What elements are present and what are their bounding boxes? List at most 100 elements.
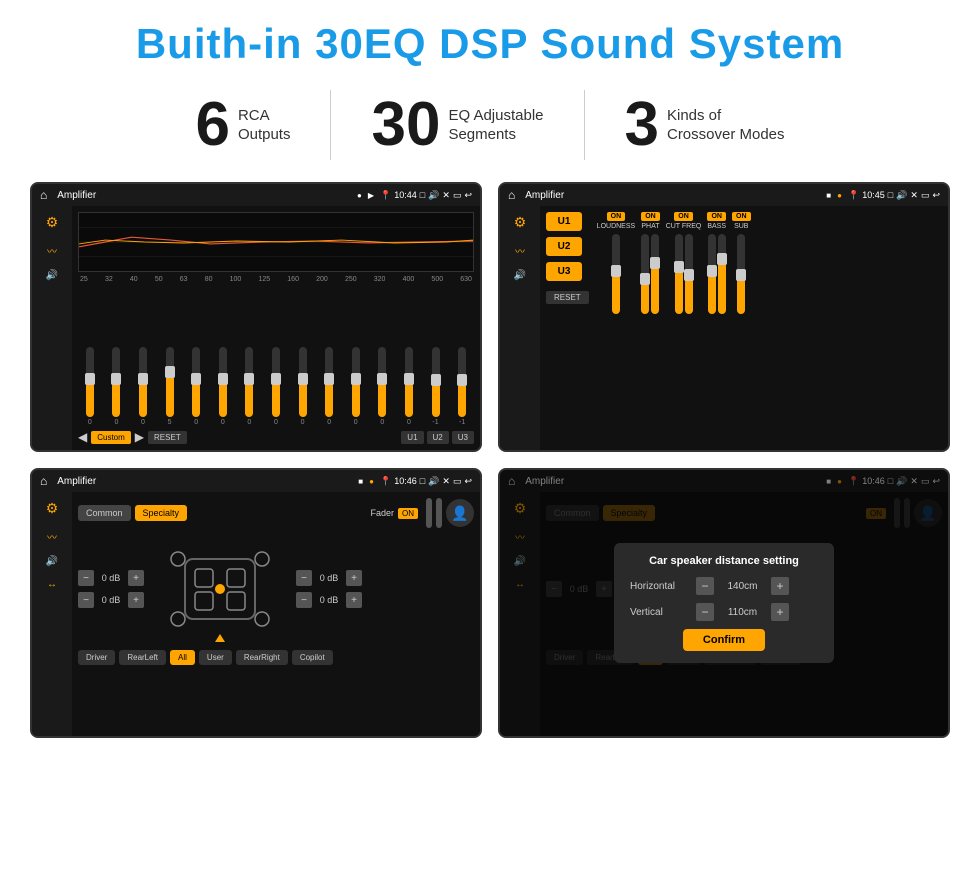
stat-crossover-text2: Crossover Modes bbox=[667, 125, 785, 145]
cv-col-loudness: ON LOUDNESS bbox=[597, 212, 636, 444]
cv-phat-g-slider[interactable] bbox=[641, 234, 649, 314]
eq-slider-5[interactable]: 0 bbox=[184, 347, 208, 426]
eq-slider-12[interactable]: 0 bbox=[371, 347, 395, 426]
eq-sidebar-wave[interactable]: 〰 bbox=[47, 243, 57, 258]
cv-sidebar-wave[interactable]: 〰 bbox=[515, 243, 525, 258]
eq-slider-11[interactable]: 0 bbox=[344, 347, 368, 426]
eq-dot1: ● bbox=[357, 191, 362, 200]
fader-bottom-row: Driver RearLeft All User RearRight Copil… bbox=[78, 650, 474, 665]
eq-u1-btn[interactable]: U1 bbox=[401, 431, 423, 444]
fader-common-tab[interactable]: Common bbox=[78, 505, 131, 521]
cv-back-icon[interactable]: ↩ bbox=[932, 190, 940, 201]
eq-screen: ⌂ Amplifier ● ▶ 📍 10:44 □ 🔊 ✕ ▭ ↩ ⚙ 〰 bbox=[30, 182, 482, 452]
eq-slider-4[interactable]: 5 bbox=[158, 347, 182, 426]
cv-bass-g-slider[interactable] bbox=[718, 234, 726, 314]
eq-slider-10[interactable]: 0 bbox=[317, 347, 341, 426]
stat-rca-text2: Outputs bbox=[238, 125, 291, 145]
cv-phat-f-slider[interactable] bbox=[651, 234, 659, 314]
eq-u2-btn[interactable]: U2 bbox=[427, 431, 449, 444]
cv-u3-btn[interactable]: U3 bbox=[546, 262, 582, 281]
fader-all-btn[interactable]: All bbox=[170, 650, 195, 665]
fader-status-icons: 📍 10:46 □ 🔊 ✕ ▭ ↩ bbox=[380, 476, 472, 487]
cv-loudness-on[interactable]: ON bbox=[607, 212, 626, 221]
fader-cam-icon: □ bbox=[420, 476, 425, 486]
eq-slider-14[interactable]: -1 bbox=[424, 347, 448, 426]
fader-db4-plus[interactable]: + bbox=[346, 592, 362, 608]
eq-slider-7[interactable]: 0 bbox=[238, 347, 262, 426]
fader-sidebar-tune[interactable]: ⚙ bbox=[46, 500, 59, 517]
eq-status-icons: 📍 10:44 □ 🔊 ✕ ▭ ↩ bbox=[380, 190, 472, 201]
cv-phat-on[interactable]: ON bbox=[641, 212, 660, 221]
dialog-vertical-minus[interactable]: − bbox=[696, 603, 714, 621]
cv-bass-on[interactable]: ON bbox=[707, 212, 726, 221]
fader-db3-minus[interactable]: − bbox=[296, 570, 312, 586]
cv-u2-btn[interactable]: U2 bbox=[546, 237, 582, 256]
fader-sidebar-arrows[interactable]: ↔ bbox=[47, 579, 57, 590]
eq-slider-15[interactable]: -1 bbox=[450, 347, 474, 426]
eq-u3-btn[interactable]: U3 bbox=[452, 431, 474, 444]
fader-screen: ⌂ Amplifier ■ ● 📍 10:46 □ 🔊 ✕ ▭ ↩ ⚙ 〰 bbox=[30, 468, 482, 738]
cv-bass-f-slider[interactable] bbox=[708, 234, 716, 314]
fader-db2-value: 0 dB bbox=[97, 595, 125, 605]
cv-sidebar-vol[interactable]: 🔊 bbox=[514, 270, 526, 281]
fader-rearright-btn[interactable]: RearRight bbox=[236, 650, 288, 665]
confirm-button[interactable]: Confirm bbox=[683, 629, 765, 651]
fader-specialty-tab[interactable]: Specialty bbox=[135, 505, 188, 521]
fader-sidebar-wave[interactable]: 〰 bbox=[47, 529, 57, 544]
fader-back-icon[interactable]: ↩ bbox=[464, 476, 472, 487]
eq-slider-8[interactable]: 0 bbox=[264, 347, 288, 426]
cv-sub-on[interactable]: ON bbox=[732, 212, 751, 221]
fader-slider-1[interactable] bbox=[426, 498, 432, 528]
fader-home-icon[interactable]: ⌂ bbox=[40, 474, 47, 488]
eq-sidebar-vol[interactable]: 🔊 bbox=[46, 270, 58, 281]
fader-db4-minus[interactable]: − bbox=[296, 592, 312, 608]
fader-on-badge[interactable]: ON bbox=[398, 508, 418, 519]
cv-loudness-slider[interactable] bbox=[612, 234, 620, 314]
eq-slider-3[interactable]: 0 bbox=[131, 347, 155, 426]
cv-sub-g-slider[interactable] bbox=[737, 234, 745, 314]
cv-u1-btn[interactable]: U1 bbox=[546, 212, 582, 231]
eq-prev-btn[interactable]: ◀ bbox=[78, 430, 87, 444]
eq-slider-6[interactable]: 0 bbox=[211, 347, 235, 426]
fader-db3-plus[interactable]: + bbox=[346, 570, 362, 586]
fader-db1-plus[interactable]: + bbox=[128, 570, 144, 586]
fader-db2-minus[interactable]: − bbox=[78, 592, 94, 608]
eq-back-icon[interactable]: ↩ bbox=[464, 190, 472, 201]
eq-sidebar-tune[interactable]: ⚙ bbox=[46, 214, 59, 231]
cv-phat-label: PHAT bbox=[641, 223, 659, 230]
fader-db-row-1: − 0 dB + bbox=[78, 570, 144, 586]
cv-location-icon: 📍 bbox=[848, 190, 859, 201]
fader-dot: ■ bbox=[358, 477, 363, 486]
eq-slider-9[interactable]: 0 bbox=[291, 347, 315, 426]
fader-rearleft-btn[interactable]: RearLeft bbox=[119, 650, 166, 665]
dialog-horizontal-plus[interactable]: + bbox=[771, 577, 789, 595]
fader-driver-btn[interactable]: Driver bbox=[78, 650, 115, 665]
home-icon[interactable]: ⌂ bbox=[40, 188, 47, 202]
cv-dot2: ● bbox=[837, 191, 842, 200]
cv-home-icon[interactable]: ⌂ bbox=[508, 188, 515, 202]
dialog-horizontal-minus[interactable]: − bbox=[696, 577, 714, 595]
fader-user-btn[interactable]: User bbox=[199, 650, 232, 665]
eq-slider-1[interactable]: 0 bbox=[78, 347, 102, 426]
cv-cf-f-slider[interactable] bbox=[675, 234, 683, 314]
cv-cf-g-slider[interactable] bbox=[685, 234, 693, 314]
dialog-vertical-label: Vertical bbox=[630, 607, 690, 618]
cv-cutfreq-on[interactable]: ON bbox=[674, 212, 693, 221]
cv-reset-btn[interactable]: RESET bbox=[546, 291, 589, 304]
eq-sidebar: ⚙ 〰 🔊 bbox=[32, 206, 72, 450]
fader-car-btn[interactable]: 👤 bbox=[446, 499, 474, 527]
cv-sidebar: ⚙ 〰 🔊 bbox=[500, 206, 540, 450]
eq-slider-13[interactable]: 0 bbox=[397, 347, 421, 426]
cv-sidebar-tune[interactable]: ⚙ bbox=[514, 214, 527, 231]
dialog-vertical-plus[interactable]: + bbox=[771, 603, 789, 621]
fader-sidebar-vol[interactable]: 🔊 bbox=[46, 556, 58, 567]
fader-db2-plus[interactable]: + bbox=[128, 592, 144, 608]
fader-slider-2[interactable] bbox=[436, 498, 442, 528]
eq-reset-btn[interactable]: RESET bbox=[148, 431, 187, 444]
fader-db1-minus[interactable]: − bbox=[78, 570, 94, 586]
eq-custom-btn[interactable]: Custom bbox=[91, 431, 131, 444]
eq-slider-2[interactable]: 0 bbox=[105, 347, 129, 426]
eq-next-btn[interactable]: ▶ bbox=[135, 430, 144, 444]
fader-label: Fader bbox=[370, 508, 394, 518]
fader-copilot-btn[interactable]: Copilot bbox=[292, 650, 333, 665]
